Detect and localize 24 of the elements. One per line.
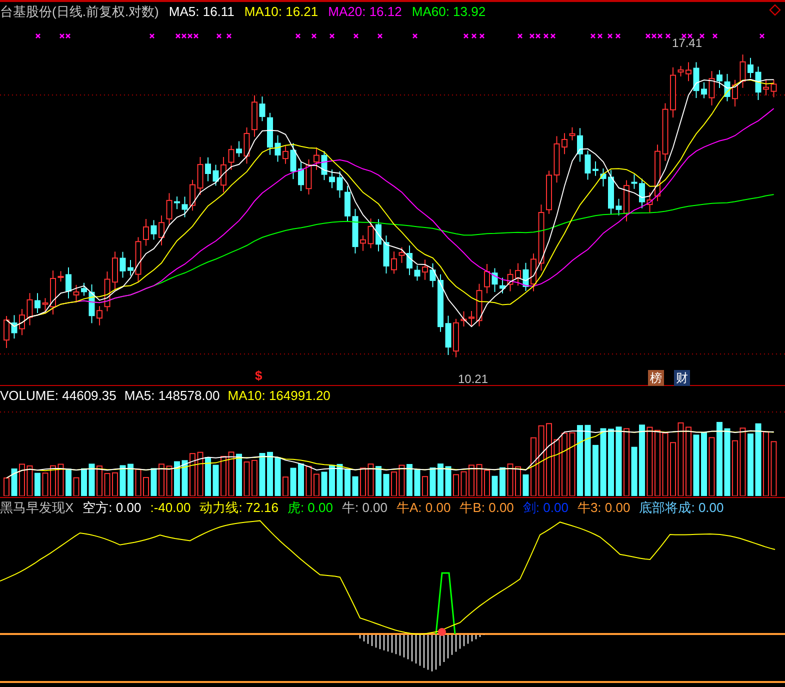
- legend-value: MA60: 13.92: [412, 4, 486, 18]
- legend-value: 牛B: 0.00: [460, 500, 514, 514]
- legend-value: 空方: 0.00: [82, 500, 142, 514]
- legend-value: MA10: 164991.20: [228, 388, 330, 402]
- legend-value: MA10: 16.21: [244, 4, 318, 18]
- legend-value: 牛: 0.00: [342, 500, 388, 514]
- price-low-label: 10.21: [458, 371, 488, 388]
- chart-title: 台基股份(日线.前复权.对数): [0, 4, 159, 18]
- legend-value: :-40.00: [150, 500, 191, 514]
- legend-value: MA5: 16.11: [168, 4, 234, 18]
- signal-marker: $: [255, 367, 262, 385]
- legend-value: 黑马早发现X: [0, 500, 74, 514]
- price-high-label: 17.41: [672, 35, 702, 52]
- legend-value: 牛3: 0.00: [577, 500, 630, 514]
- tag-badge[interactable]: 榜: [648, 370, 664, 386]
- legend-value: 剑: 0.00: [522, 500, 568, 514]
- legend-value: 动力线: 72.16: [200, 500, 278, 514]
- legend-value: VOLUME: 44609.35: [0, 388, 116, 402]
- legend-value: 底部将成: 0.00: [639, 500, 724, 514]
- legend-value: MA20: 16.12: [328, 4, 402, 18]
- tag-badge[interactable]: 财: [674, 370, 690, 386]
- legend-value: 牛A: 0.00: [396, 500, 451, 514]
- legend-value: MA5: 148578.00: [124, 388, 220, 402]
- legend-value: 虎: 0.00: [287, 500, 333, 514]
